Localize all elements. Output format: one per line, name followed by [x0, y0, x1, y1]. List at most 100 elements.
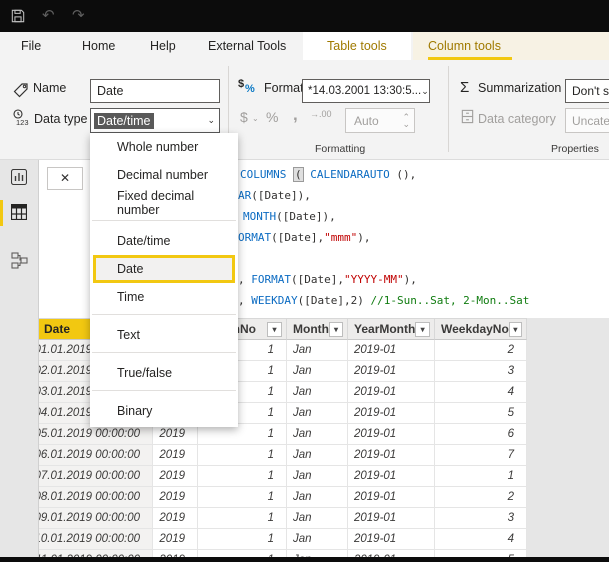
column-name-value: Date [97, 84, 123, 98]
table-cell: 2019-01 [348, 487, 435, 508]
tab-table-tools[interactable]: Table tools [327, 32, 387, 60]
table-cell: 2019-01 [348, 508, 435, 529]
data-category-value: Uncateg [572, 114, 609, 128]
table-cell: 2 [435, 487, 527, 508]
table-cell: 06.01.2019 00:00:00 [38, 445, 153, 466]
table-cell: 07.01.2019 00:00:00 [38, 466, 153, 487]
column-filter-button[interactable]: ▾ [329, 322, 343, 337]
column-name-input[interactable]: Date [90, 79, 220, 103]
code-segment: (), [396, 168, 416, 181]
menu-separator [90, 352, 238, 359]
table-cell: Jan [287, 466, 348, 487]
table-cell: 08.01.2019 00:00:00 [38, 487, 153, 508]
formula-cancel-button[interactable]: ✕ [47, 167, 83, 190]
canvas-background [527, 318, 609, 557]
menu-item-time[interactable]: Time [90, 283, 238, 311]
code-segment: , [238, 273, 251, 286]
code-segment: ), [357, 231, 370, 244]
tab-home[interactable]: Home [82, 32, 115, 60]
dollar-icon[interactable]: $ [240, 109, 248, 125]
code-segment: WEEKDAY [251, 294, 297, 307]
data-category-icon [460, 109, 475, 124]
column-filter-button[interactable]: ▾ [509, 322, 522, 337]
tab-file[interactable]: File [21, 32, 41, 60]
datatype-dropdown[interactable]: Date/time ⌄ [90, 108, 220, 133]
menu-item-binary[interactable]: Binary [90, 397, 238, 425]
table-cell: 1 [198, 466, 287, 487]
table-header-month[interactable]: Month▾ [287, 318, 348, 340]
table-cell: Jan [287, 403, 348, 424]
save-icon[interactable] [11, 9, 25, 23]
group-divider [448, 66, 449, 152]
table-cell: 1 [198, 487, 287, 508]
menu-item-date[interactable]: Date [93, 255, 235, 283]
svg-text:123: 123 [16, 118, 29, 127]
properties-group-label: Properties [551, 143, 599, 155]
menu-item-decimal-number[interactable]: Decimal number [90, 161, 238, 189]
summarization-dropdown[interactable]: Don't su [565, 79, 609, 103]
menu-item-whole-number[interactable]: Whole number [90, 133, 238, 161]
data-category-dropdown[interactable]: Uncateg [565, 108, 609, 133]
data-category-label: Data category [478, 112, 556, 126]
model-view-icon[interactable] [11, 252, 27, 268]
table-row: 08.01.2019 00:00:0020191Jan2019-012 [38, 487, 528, 508]
menu-item-text[interactable]: Text [90, 321, 238, 349]
code-segment: ([Date]), [276, 210, 336, 223]
table-row: 10.01.2019 00:00:0020191Jan2019-014 [38, 529, 528, 550]
column-filter-button[interactable]: ▾ [267, 322, 282, 337]
percent-icon[interactable]: % [266, 109, 278, 125]
data-view-icon[interactable] [11, 204, 27, 220]
undo-icon[interactable]: ↶ [42, 8, 55, 24]
menu-item-true-false[interactable]: True/false [90, 359, 238, 387]
table-cell: 4 [435, 382, 527, 403]
code-segment: AR [238, 189, 251, 202]
summarization-value: Don't su [572, 84, 609, 98]
table-cell: 2 [435, 340, 527, 361]
table-row: 09.01.2019 00:00:0020191Jan2019-013 [38, 508, 528, 529]
code-segment: ), [404, 273, 417, 286]
ribbon-tabs: File Home Help External Tools Table tool… [0, 32, 609, 60]
decimal-places-spinner[interactable]: Auto ⌃⌄ [345, 108, 415, 133]
summarization-label: Summarization [478, 81, 561, 95]
code-segment: ([Date], [271, 231, 324, 244]
table-cell: 5 [435, 403, 527, 424]
code-segment: MONTH [243, 210, 276, 223]
tab-help[interactable]: Help [150, 32, 176, 60]
report-view-icon[interactable] [11, 169, 27, 185]
format-dropdown[interactable]: *14.03.2001 13:30:5... ⌄ [302, 79, 430, 103]
chevron-down-icon: ⌄ [207, 115, 219, 126]
menu-item-date-time[interactable]: Date/time [90, 227, 238, 255]
code-segment: , [238, 294, 251, 307]
datatype-icon: 123 [12, 109, 30, 127]
table-cell: 2019 [153, 529, 198, 550]
title-bar: ↶ ↷ [0, 0, 609, 32]
datatype-value: Date/time [94, 113, 154, 129]
table-cell: 2019-01 [348, 529, 435, 550]
datatype-label: Data type [34, 112, 88, 126]
table-cell: 2019 [153, 445, 198, 466]
code-comment: //1-Sun..Sat, 2-Mon..Sat [370, 294, 529, 307]
dropdown-chevron-icon[interactable]: ⌄ [252, 114, 259, 123]
table-cell: 09.01.2019 00:00:00 [38, 508, 153, 529]
table-header-weekdayno[interactable]: WeekdayNo▾ [435, 318, 527, 340]
table-header-yearmonth[interactable]: YearMonth▾ [348, 318, 435, 340]
spinner-arrows-icon[interactable]: ⌃⌄ [402, 114, 414, 128]
decimal-places-icon[interactable]: →.00 [310, 109, 332, 119]
table-cell: Jan [287, 529, 348, 550]
table-cell: 2019 [153, 508, 198, 529]
chevron-down-icon: ⌄ [421, 86, 430, 97]
code-segment: ([Date],2) [298, 294, 371, 307]
column-filter-button[interactable]: ▾ [415, 322, 430, 337]
format-icon: $ % [238, 78, 258, 98]
tab-column-tools[interactable]: Column tools [428, 32, 501, 60]
formula-line: , FORMAT([Date],"YYYY-MM"), [238, 269, 417, 290]
menu-item-fixed-decimal-number[interactable]: Fixed decimal number [90, 189, 238, 217]
formula-line: ORMAT([Date],"mmm"), [238, 227, 370, 248]
table-cell: Jan [287, 340, 348, 361]
thousands-separator-icon[interactable]: , [293, 105, 298, 125]
tab-external-tools[interactable]: External Tools [208, 32, 286, 60]
bottom-bar [0, 557, 609, 562]
redo-icon[interactable]: ↷ [72, 8, 85, 24]
code-segment: ([Date]), [251, 189, 311, 202]
table-cell: 2019-01 [348, 382, 435, 403]
